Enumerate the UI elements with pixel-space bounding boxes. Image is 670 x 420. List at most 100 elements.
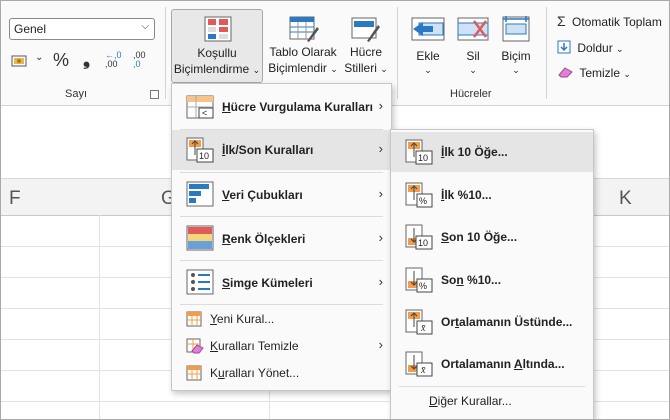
- icon-text: %: [419, 281, 427, 291]
- submenu-item-bottom-10-items[interactable]: 10 Son 10 Öğe...: [391, 217, 593, 257]
- submenu-item-top-10-items[interactable]: 10 İlk 10 Öğe...: [391, 132, 593, 172]
- delete-cells-button[interactable]: Sil ⌄: [453, 9, 493, 83]
- icon-text: 10: [418, 238, 428, 248]
- access-key: S: [441, 230, 450, 244]
- chevron-down-icon: ⌄: [469, 65, 477, 75]
- menu-item-label: Ortalamanın Altında...: [441, 357, 565, 371]
- chevron-down-icon[interactable]: ⌄: [35, 52, 43, 63]
- format-label: Biçim: [501, 49, 531, 63]
- format-as-table-line1: Tablo Olarak: [269, 45, 337, 59]
- accounting-format-button[interactable]: ⌄: [11, 52, 43, 71]
- conditional-formatting-line1: Koşullu: [197, 46, 237, 60]
- above-average-icon: x̄: [405, 309, 433, 335]
- menu-item-text: enk Ölçekleri: [230, 232, 306, 246]
- submenu-item-top-10-percent[interactable]: % İlk %10...: [391, 175, 593, 215]
- menu-item-label: Hücre Vurgulama Kuralları: [222, 100, 373, 114]
- access-key: H: [222, 100, 231, 114]
- group-separator: [397, 7, 398, 99]
- cells-group-label: Hücreler: [450, 88, 492, 100]
- menu-item-color-scales[interactable]: Renk Ölçekleri ›: [172, 217, 391, 259]
- column-header-f[interactable]: F: [9, 188, 21, 210]
- menu-item-data-bars[interactable]: Veri Çubukları ›: [172, 173, 391, 215]
- menu-item-text: lk 10 Öğe...: [444, 145, 508, 159]
- chevron-right-icon: ›: [378, 274, 383, 289]
- submenu-item-below-average[interactable]: x̄ Ortalamanın Altında...: [391, 344, 593, 384]
- menu-item-label: İlk %10...: [441, 188, 492, 202]
- access-key: R: [222, 232, 231, 246]
- insert-cells-button[interactable]: Ekle ⌄: [405, 9, 451, 83]
- conditional-formatting-button[interactable]: Koşullu Biçimlendirme ⌄: [171, 9, 263, 83]
- menu-item-label: Son %10...: [441, 273, 501, 287]
- number-format-combo[interactable]: Genel ⌵: [9, 18, 155, 40]
- format-cells-icon: [502, 16, 530, 42]
- accounting-icon: [11, 55, 27, 67]
- below-average-icon: x̄: [405, 351, 433, 377]
- clear-button[interactable]: Temizle ⌄: [557, 66, 631, 80]
- submenu-item-bottom-10-percent[interactable]: % Son %10...: [391, 260, 593, 300]
- comma-style-button[interactable]: ❟: [83, 49, 90, 69]
- menu-item-text: Ortalamanın: [441, 357, 514, 371]
- chevron-down-icon: ⌄: [424, 65, 432, 75]
- svg-text:<: <: [202, 108, 207, 118]
- top-10-percent-icon: %: [405, 182, 433, 208]
- chevron-down-icon: ⌄: [512, 65, 520, 75]
- column-header-k[interactable]: K: [619, 188, 632, 210]
- menu-item-text: eni Kural...: [216, 312, 275, 326]
- chevron-down-icon: ⌄: [380, 64, 388, 74]
- icon-sets-icon: [186, 269, 214, 295]
- menu-item-manage-rules[interactable]: Kuralları Yönet...: [172, 360, 391, 386]
- submenu-item-more-rules[interactable]: Diğer Kurallar...: [391, 388, 593, 416]
- chevron-right-icon: ›: [378, 186, 383, 201]
- chevron-right-icon: ›: [378, 98, 383, 113]
- increase-decimal-button[interactable]: ←,0 ,00: [105, 51, 127, 69]
- new-rule-icon: [186, 311, 202, 327]
- cell-styles-button[interactable]: Hücre Stilleri ⌄: [341, 9, 391, 83]
- menu-item-clear-rules[interactable]: Kuralları Temizle ›: [172, 333, 391, 359]
- eraser-icon: [558, 67, 573, 78]
- access-key: n: [456, 273, 464, 287]
- chevron-down-icon: ⌄: [330, 64, 338, 74]
- menu-item-icon-sets[interactable]: Simge Kümeleri ›: [172, 261, 391, 303]
- format-cells-button[interactable]: Biçim ⌄: [495, 9, 537, 83]
- menu-item-text: So: [441, 273, 457, 287]
- menu-item-text: imge Kümeleri: [230, 276, 313, 290]
- chevron-right-icon: ›: [378, 337, 383, 352]
- insert-cells-icon: [411, 17, 445, 41]
- menu-item-label: Ortalamanın Üstünde...: [441, 315, 572, 329]
- top-bottom-rules-submenu: 10 İlk 10 Öğe... % İlk %10... 10 Son 10 …: [390, 129, 594, 419]
- percent-style-button[interactable]: %: [53, 50, 69, 70]
- number-group-label: Sayı: [65, 88, 88, 100]
- format-as-table-icon: [289, 16, 319, 42]
- menu-item-top-bottom-rules[interactable]: 10 İlk/Son Kuralları ›: [172, 130, 391, 170]
- chevron-down-icon: ⌄: [616, 44, 624, 54]
- menu-item-text: lk/Son Kuralları: [225, 143, 314, 157]
- cell-styles-icon: [351, 17, 380, 42]
- menu-item-label: Diğer Kurallar...: [429, 394, 512, 408]
- format-as-table-line2: Biçimlendir ⌄: [267, 61, 339, 77]
- top-bottom-rules-icon: 10: [186, 137, 214, 163]
- menu-item-label: İlk/Son Kuralları: [222, 143, 313, 157]
- menu-item-text: alamanın Üstünde...: [459, 315, 573, 329]
- menu-item-text: ltında...: [522, 357, 565, 371]
- menu-item-highlight-cells-rules[interactable]: < Hücre Vurgulama Kuralları ›: [172, 87, 391, 127]
- autosum-button[interactable]: Σ Otomatik Toplam: [557, 13, 662, 29]
- format-as-table-button[interactable]: Tablo Olarak Biçimlendir ⌄: [267, 9, 339, 83]
- dialog-launcher-icon[interactable]: [150, 90, 159, 99]
- access-key: D: [429, 394, 438, 408]
- access-key: K: [210, 339, 219, 353]
- menu-item-label: Simge Kümeleri: [222, 276, 313, 290]
- menu-item-new-rule[interactable]: Yeni Kural...: [172, 306, 391, 332]
- chevron-down-icon: ⌄: [252, 65, 261, 75]
- group-separator: [165, 7, 166, 99]
- chevron-down-icon: ⌄: [623, 69, 631, 79]
- fill-button[interactable]: Doldur ⌄: [557, 40, 624, 55]
- submenu-item-above-average[interactable]: x̄ Ortalamanın Üstünde...: [391, 302, 593, 342]
- clear-rules-icon: [186, 338, 204, 354]
- decrease-decimal-button[interactable]: ,00 ,0: [133, 51, 155, 69]
- menu-item-label: İlk 10 Öğe...: [441, 145, 508, 159]
- menu-item-text: lk %10...: [444, 188, 492, 202]
- insert-label: Ekle: [416, 49, 440, 63]
- chevron-down-icon[interactable]: ⌵: [141, 21, 149, 32]
- format-as-table-label: Biçimlendir: [268, 61, 327, 75]
- conditional-formatting-menu: < Hücre Vurgulama Kuralları › 10 İlk/Son…: [171, 83, 392, 391]
